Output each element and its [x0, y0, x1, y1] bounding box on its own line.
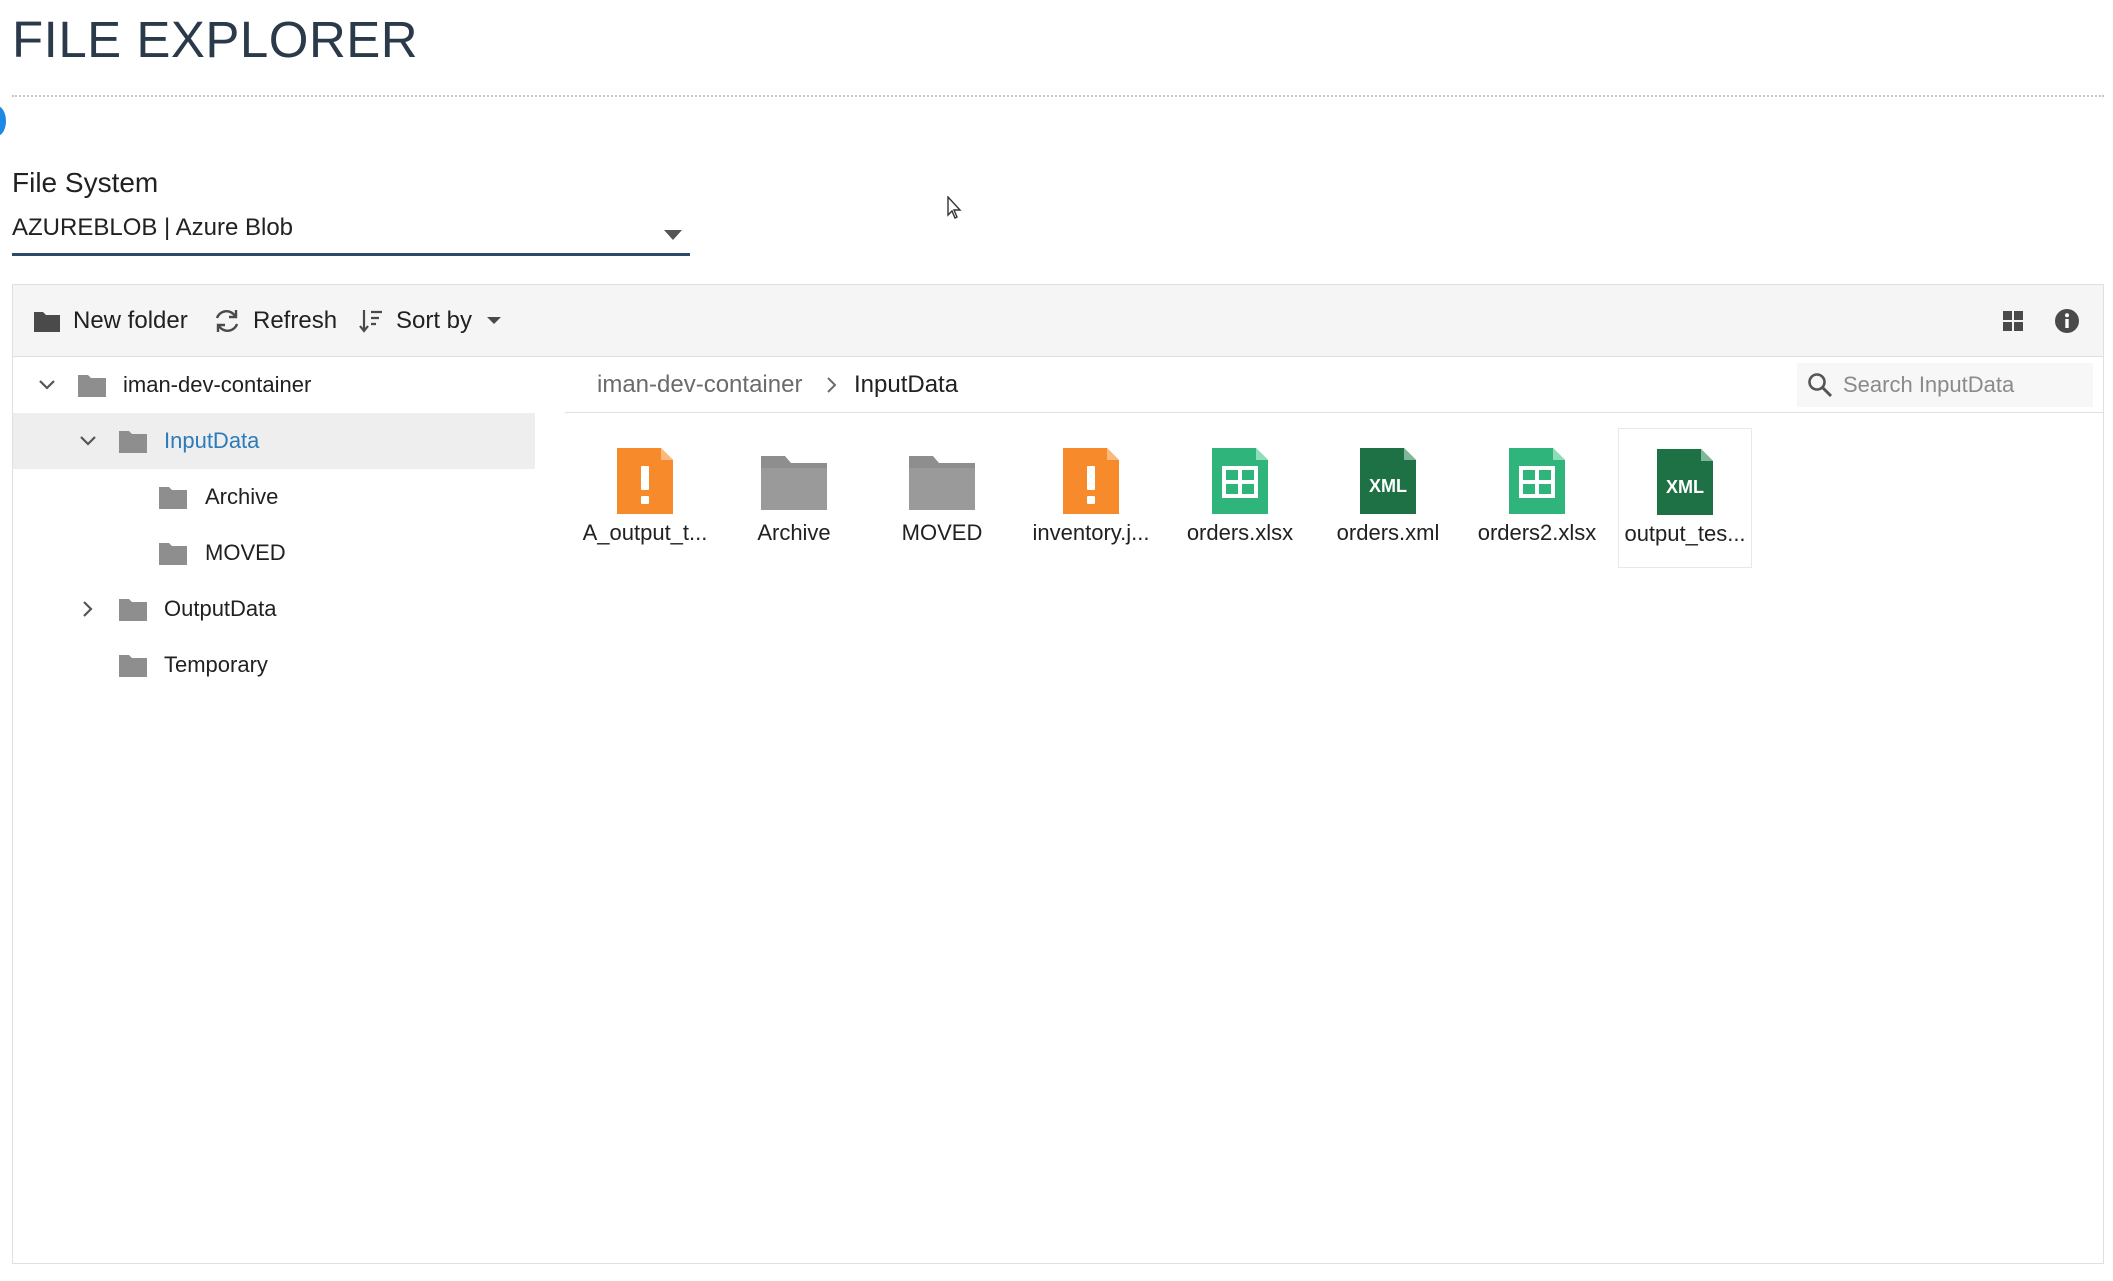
warning-file-icon — [617, 448, 673, 514]
folder-icon — [909, 456, 975, 510]
tree-item-outputdata[interactable]: OutputData — [13, 581, 535, 637]
search-input[interactable]: Search InputData — [1797, 363, 2093, 407]
file-name: A_output_t... — [582, 520, 708, 545]
xml-badge: XML — [1666, 477, 1704, 497]
chevron-right-icon — [827, 377, 837, 393]
file-system-select[interactable]: AZUREBLOB | Azure Blob — [12, 208, 690, 256]
warning-file-icon — [1063, 448, 1119, 514]
folder-tree: iman-dev-container InputData Archive MOV… — [13, 357, 535, 1263]
folder-icon — [159, 487, 187, 509]
folder-icon — [34, 312, 60, 332]
xml-file-icon: XML — [1360, 448, 1416, 514]
tree-item-temporary[interactable]: Temporary — [13, 637, 535, 693]
file-tile[interactable]: orders.xlsx — [1173, 428, 1307, 568]
side-toggle-handle[interactable] — [0, 106, 6, 136]
tree-item-inputdata[interactable]: InputData — [13, 413, 535, 469]
folder-icon — [159, 543, 187, 565]
title-divider — [12, 95, 2104, 97]
chevron-right-icon[interactable] — [78, 599, 98, 619]
file-system-label: File System — [12, 167, 159, 198]
xml-badge: XML — [1369, 476, 1407, 496]
folder-tile[interactable]: MOVED — [875, 428, 1009, 568]
sort-icon — [359, 310, 382, 333]
folder-icon — [761, 456, 827, 510]
folder-icon — [119, 599, 147, 621]
folder-icon — [119, 431, 147, 453]
page-title: FILE EXPLORER — [12, 11, 419, 68]
dropdown-caret-icon — [664, 230, 682, 240]
file-tile[interactable]: XML orders.xml — [1321, 428, 1455, 568]
file-name: MOVED — [901, 520, 983, 545]
spreadsheet-icon — [1212, 448, 1268, 514]
breadcrumb-parent[interactable]: iman-dev-container — [597, 371, 802, 399]
caret-down-icon — [487, 317, 502, 324]
folder-icon — [119, 655, 147, 677]
file-name: Archive — [757, 520, 831, 545]
search-placeholder: Search InputData — [1843, 372, 2015, 397]
file-explorer-panel: New folder Refresh Sort by iman-dev-cont… — [12, 284, 2104, 1264]
folder-tile[interactable]: Archive — [727, 428, 861, 568]
tree-item-label: MOVED — [205, 540, 286, 565]
file-name: output_tes... — [1624, 521, 1746, 546]
tree-item-label: OutputData — [164, 596, 277, 621]
folder-icon — [78, 375, 106, 397]
chevron-down-icon[interactable] — [78, 431, 98, 451]
chevron-down-icon[interactable] — [37, 375, 57, 395]
breadcrumb-current: InputData — [854, 371, 959, 398]
search-icon — [1808, 373, 1833, 398]
tree-item-label: InputData — [164, 428, 260, 453]
file-name: inventory.j... — [1032, 520, 1150, 545]
file-name: orders.xlsx — [1186, 520, 1294, 545]
xml-file-icon: XML — [1657, 449, 1713, 515]
file-system-value: AZUREBLOB | Azure Blob — [12, 214, 294, 241]
tree-item-label: iman-dev-container — [123, 372, 312, 397]
tree-item-root[interactable]: iman-dev-container — [13, 357, 535, 413]
file-tile[interactable]: inventory.j... — [1024, 428, 1158, 568]
file-tile[interactable]: XML output_tes... — [1618, 428, 1752, 568]
tree-item-label: Archive — [205, 484, 279, 509]
refresh-icon — [215, 310, 239, 332]
file-tile[interactable]: A_output_t... — [578, 428, 712, 568]
spreadsheet-icon — [1509, 448, 1565, 514]
tree-item-label: Temporary — [164, 652, 268, 677]
refresh-button[interactable]: Refresh — [213, 303, 337, 339]
new-folder-label: New folder — [73, 307, 188, 334]
file-tile[interactable]: orders2.xlsx — [1470, 428, 1604, 568]
grid-view-icon[interactable] — [2001, 309, 2025, 333]
refresh-label: Refresh — [253, 307, 338, 334]
breadcrumb: iman-dev-container InputData Search Inpu… — [565, 357, 2103, 413]
file-name: orders2.xlsx — [1477, 520, 1597, 545]
new-folder-button[interactable]: New folder — [33, 303, 188, 339]
tree-item-archive[interactable]: Archive — [13, 469, 535, 525]
file-name: orders.xml — [1336, 520, 1440, 545]
sort-by-button[interactable]: Sort by — [358, 303, 502, 339]
tree-item-moved[interactable]: MOVED — [13, 525, 535, 581]
toolbar: New folder Refresh Sort by — [13, 285, 2103, 357]
sort-by-label: Sort by — [396, 307, 473, 334]
mouse-cursor-icon — [947, 196, 962, 219]
info-icon[interactable] — [2053, 307, 2081, 335]
